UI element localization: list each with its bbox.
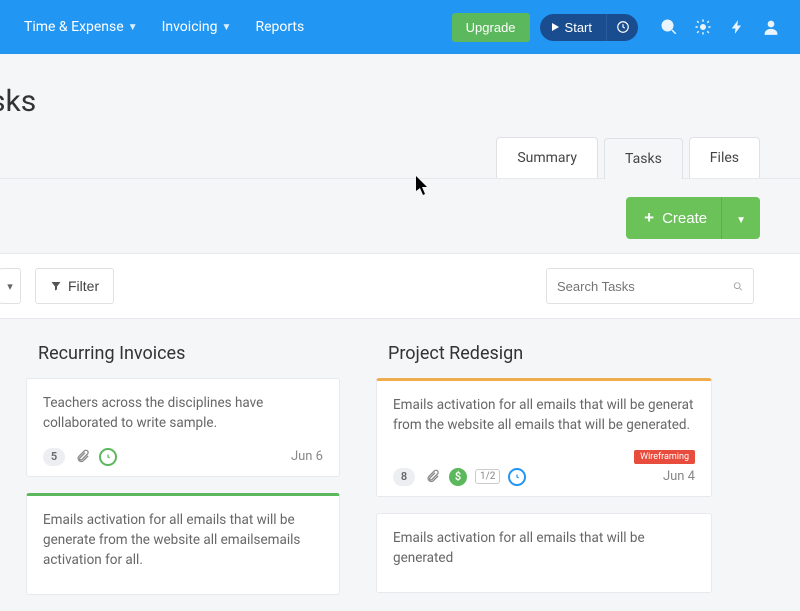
view-dropdown[interactable]: ▾ [0,268,21,304]
comment-count: 8 [393,468,415,486]
timer-history-button[interactable] [606,14,638,41]
kanban-board: her morow erate ed. Recurring Invoices T… [0,319,800,611]
subtask-progress: 1/2 [475,469,500,484]
create-button[interactable]: + Create [626,197,725,239]
bolt-icon [730,18,744,36]
attachment-icon [73,448,91,466]
tab-summary[interactable]: Summary [496,137,598,178]
task-card[interactable]: Teachers across the disciplines have col… [26,378,340,477]
search-icon [660,18,678,36]
clock-icon [616,20,630,34]
gear-icon [694,18,712,36]
task-tag: Wireframing [634,450,695,464]
plus-icon: + [644,208,654,228]
page-title: sks [0,84,800,119]
clock-icon [99,448,117,466]
attachment-icon [423,468,441,486]
billable-icon: $ [449,468,467,486]
nav-reports[interactable]: Reports [243,19,316,35]
settings-button[interactable] [686,10,720,44]
task-card[interactable]: Emails activation for all emails that wi… [26,493,340,596]
comment-count: 5 [43,448,65,466]
chevron-down-icon: ▾ [7,280,13,293]
kanban-column: Recurring Invoices Teachers across the d… [18,339,348,611]
search-button[interactable] [652,10,686,44]
nav-invoicing[interactable]: Invoicing▼ [150,19,244,35]
play-icon [552,23,559,31]
due-date: Jun 6 [291,449,323,464]
search-icon [733,279,743,294]
column-title: Recurring Invoices [18,339,348,378]
upgrade-button[interactable]: Upgrade [452,13,530,42]
filter-button[interactable]: Filter [35,268,114,304]
chevron-down-icon: ▼ [736,215,746,226]
activity-button[interactable] [720,10,754,44]
tasks-toolbar: ▾ Filter [0,253,800,319]
clock-icon [508,468,526,486]
filter-icon [50,280,62,292]
user-icon [762,18,780,36]
search-input[interactable] [557,279,733,294]
app-header: Time & Expense▼ Invoicing▼ Reports Upgra… [0,0,800,54]
due-date: Jun 4 [663,469,695,484]
tab-tasks[interactable]: Tasks [604,138,683,179]
tabs: Summary Tasks Files [0,137,800,179]
chevron-down-icon: ▼ [222,22,232,33]
create-dropdown-button[interactable]: ▼ [721,197,760,239]
tab-files[interactable]: Files [689,137,760,178]
start-timer-button[interactable]: Start [540,14,606,41]
column-title: Project Redesign [368,339,720,378]
search-tasks[interactable] [546,268,754,304]
nav-time-expense[interactable]: Time & Expense▼ [12,19,150,35]
profile-button[interactable] [754,10,788,44]
chevron-down-icon: ▼ [128,22,138,33]
task-card[interactable]: Emails activation for all emails that wi… [376,378,712,497]
task-card[interactable]: Emails activation for all emails that wi… [376,513,712,594]
kanban-column: Project Redesign Emails activation for a… [368,339,720,611]
